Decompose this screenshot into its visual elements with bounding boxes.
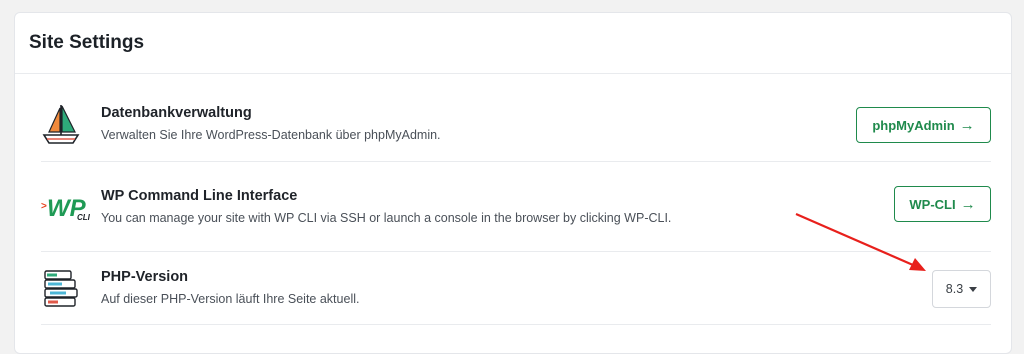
phpmyadmin-button-label: phpMyAdmin <box>872 117 955 133</box>
php-version-select[interactable]: 8.3 <box>932 270 991 308</box>
database-title: Datenbankverwaltung <box>101 104 252 121</box>
database-description: Verwalten Sie Ihre WordPress-Datenbank ü… <box>101 127 441 142</box>
database-row: Datenbankverwaltung Verwalten Sie Ihre W… <box>41 87 991 162</box>
site-settings-card: Site Settings Datenbankverwaltung Verwal… <box>14 12 1012 354</box>
page-title: Site Settings <box>29 32 145 53</box>
wp-cli-logo-icon: > WP CLI <box>41 183 101 231</box>
wp-cli-text: WP Command Line Interface You can manage… <box>101 188 701 227</box>
chevron-down-icon <box>969 286 978 292</box>
wp-cli-row: > WP CLI WP Command Line Interface You c… <box>41 163 991 252</box>
server-stack-icon <box>41 264 101 312</box>
php-version-text: PHP-Version Auf dieser PHP-Version läuft… <box>101 269 701 308</box>
php-version-row: PHP-Version Auf dieser PHP-Version läuft… <box>41 252 991 325</box>
card-header: Site Settings <box>15 13 1011 74</box>
sailboat-icon <box>41 100 101 148</box>
php-version-description: Auf dieser PHP-Version läuft Ihre Seite … <box>101 291 360 306</box>
wp-cli-title: WP Command Line Interface <box>101 187 298 204</box>
php-version-value: 8.3 <box>945 282 964 296</box>
phpmyadmin-button[interactable]: phpMyAdmin → <box>856 107 991 143</box>
arrow-right-icon: → <box>960 195 976 213</box>
wp-cli-button-label: WP-CLI <box>909 196 956 212</box>
arrow-right-icon: → <box>959 116 975 134</box>
wp-cli-button[interactable]: WP-CLI → <box>894 186 991 222</box>
logo-cli-text: CLI <box>77 213 91 222</box>
php-version-title: PHP-Version <box>101 268 189 285</box>
wp-cli-description: You can manage your site with WP CLI via… <box>101 210 672 225</box>
database-text: Datenbankverwaltung Verwalten Sie Ihre W… <box>101 105 701 144</box>
